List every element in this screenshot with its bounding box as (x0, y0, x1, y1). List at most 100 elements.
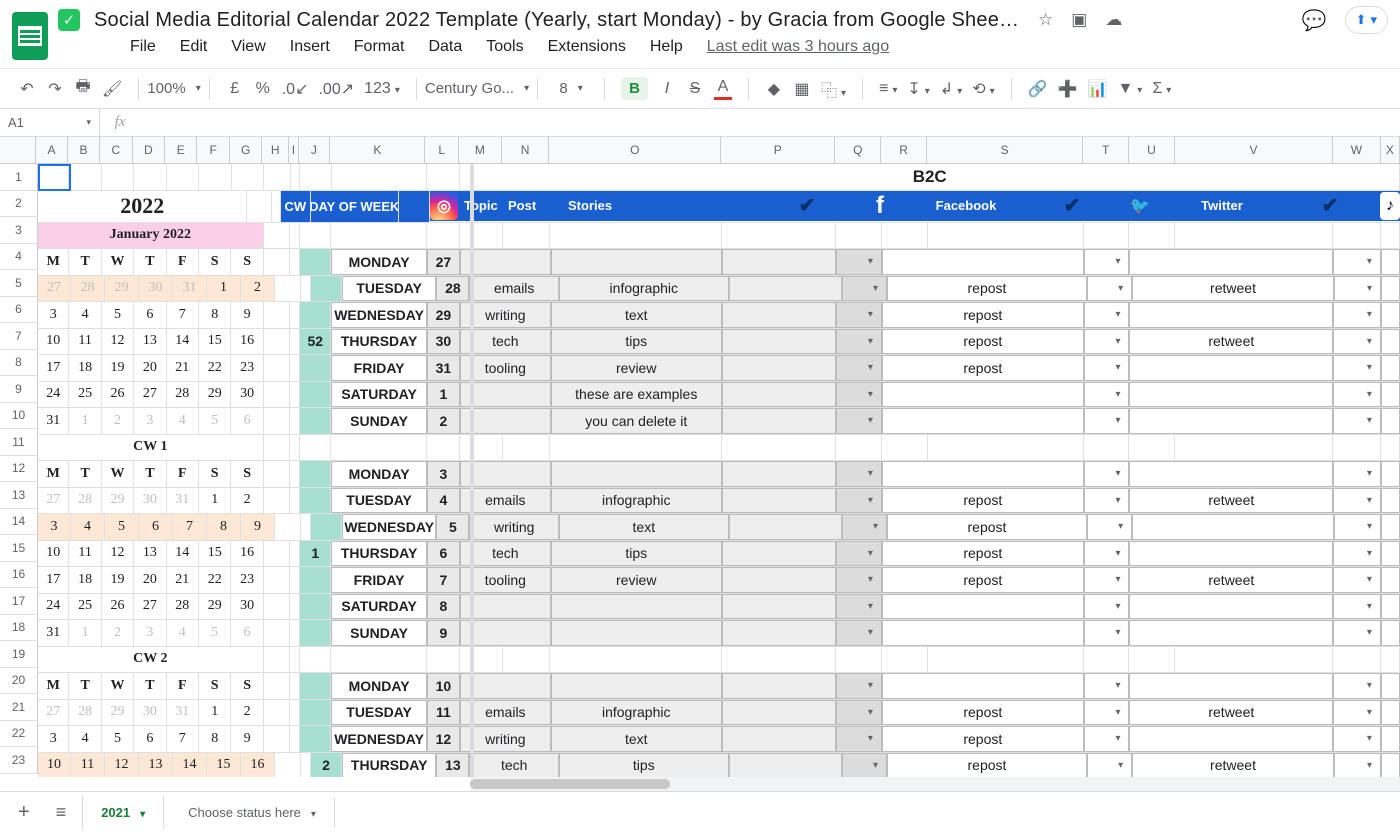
twitter-cell[interactable] (1129, 461, 1333, 487)
row-header[interactable]: 5 (0, 270, 38, 297)
facebook-status-dropdown[interactable] (1084, 488, 1130, 514)
formula-input[interactable] (140, 109, 1400, 136)
twitter-status-dropdown[interactable] (1334, 514, 1381, 540)
menu-help[interactable]: Help (650, 38, 683, 56)
stories-status-dropdown[interactable] (842, 753, 887, 778)
twitter-cell[interactable] (1129, 408, 1333, 434)
menu-edit[interactable]: Edit (180, 38, 208, 56)
twitter-cell[interactable] (1129, 541, 1333, 567)
stories-status-dropdown[interactable] (836, 700, 882, 726)
stories-cell[interactable] (729, 753, 842, 778)
menu-view[interactable]: View (231, 38, 265, 56)
row-header[interactable]: 7 (0, 323, 38, 350)
row-header[interactable]: 6 (0, 297, 38, 324)
col-header[interactable]: K (330, 137, 425, 163)
twitter-status-dropdown[interactable] (1333, 329, 1381, 355)
stories-cell[interactable] (722, 329, 836, 355)
facebook-status-dropdown[interactable] (1084, 620, 1130, 646)
move-icon[interactable]: ▣ (1071, 10, 1087, 30)
link-icon[interactable]: 🔗 (1028, 79, 1048, 99)
frozen-column-divider[interactable] (470, 164, 474, 777)
twitter-cell[interactable]: retweet (1129, 488, 1333, 514)
twitter-status-dropdown[interactable] (1333, 461, 1381, 487)
row-header[interactable]: 18 (0, 615, 38, 642)
sheet-tab-active[interactable]: 2021 (82, 795, 164, 831)
text-color-button[interactable]: A (714, 78, 732, 100)
col-header[interactable]: U (1129, 137, 1175, 163)
stories-cell[interactable] (722, 408, 836, 434)
star-icon[interactable]: ☆ (1038, 10, 1053, 30)
col-header[interactable]: G (230, 137, 262, 163)
col-header[interactable]: X (1381, 137, 1400, 163)
fill-color-icon[interactable]: ◆ (765, 79, 783, 99)
twitter-cell[interactable] (1129, 249, 1333, 275)
stories-status-dropdown[interactable] (842, 514, 887, 540)
col-header[interactable]: J (299, 137, 330, 163)
row-header[interactable]: 10 (0, 403, 38, 430)
col-header[interactable]: H (262, 137, 289, 163)
row-header[interactable]: 15 (0, 535, 38, 562)
facebook-status-dropdown[interactable] (1084, 673, 1130, 699)
wrap-icon[interactable]: ↲ (940, 79, 962, 99)
twitter-cell[interactable]: retweet (1129, 567, 1333, 593)
facebook-status-dropdown[interactable] (1084, 726, 1130, 752)
row-header[interactable]: 11 (0, 429, 38, 456)
post-cell[interactable]: infographic (551, 700, 722, 726)
post-cell[interactable] (551, 673, 722, 699)
facebook-cell[interactable]: repost (882, 700, 1084, 726)
col-header[interactable]: B (68, 137, 100, 163)
twitter-status-dropdown[interactable] (1333, 488, 1381, 514)
stories-status-dropdown[interactable] (836, 726, 882, 752)
twitter-cell[interactable]: retweet (1132, 753, 1334, 778)
twitter-cell[interactable] (1129, 594, 1333, 620)
stories-cell[interactable] (729, 276, 842, 302)
comments-icon[interactable]: 💬 (1302, 8, 1327, 33)
facebook-cell[interactable]: repost (887, 276, 1087, 302)
rotate-icon[interactable]: ⟲ (972, 79, 994, 99)
facebook-cell[interactable]: repost (882, 567, 1084, 593)
col-header[interactable]: E (165, 137, 197, 163)
stories-status-dropdown[interactable] (836, 567, 882, 593)
stories-cell[interactable] (722, 249, 836, 275)
facebook-cell[interactable]: repost (887, 514, 1087, 540)
stories-status-dropdown[interactable] (836, 329, 882, 355)
col-header[interactable]: I (289, 137, 299, 163)
col-header[interactable]: D (133, 137, 165, 163)
stories-cell[interactable] (722, 700, 836, 726)
font-size-select[interactable]: 8 (546, 80, 596, 97)
post-cell[interactable]: tips (559, 753, 729, 778)
print-icon[interactable]: 🖶 (74, 75, 92, 102)
row-header[interactable]: 20 (0, 668, 38, 695)
facebook-cell[interactable]: repost (882, 726, 1084, 752)
col-header[interactable]: W (1333, 137, 1381, 163)
post-cell[interactable]: review (551, 355, 722, 381)
cloud-status-icon[interactable]: ☁ (1105, 10, 1122, 30)
topic-cell[interactable]: emails (469, 276, 559, 302)
col-header[interactable]: L (425, 137, 458, 163)
row-header[interactable]: 22 (0, 721, 38, 748)
facebook-cell[interactable] (882, 673, 1084, 699)
bold-button[interactable]: B (621, 77, 648, 100)
twitter-cell[interactable] (1129, 355, 1333, 381)
twitter-status-dropdown[interactable] (1334, 276, 1381, 302)
share-button[interactable]: ⬆▾ (1345, 6, 1388, 34)
col-header[interactable]: Q (835, 137, 881, 163)
facebook-cell[interactable]: repost (887, 753, 1087, 778)
col-header[interactable]: R (881, 137, 927, 163)
row-header[interactable]: 13 (0, 482, 38, 509)
twitter-status-dropdown[interactable] (1333, 408, 1381, 434)
dec-decrease-icon[interactable]: .0↙ (282, 79, 309, 99)
name-box[interactable]: A1 (0, 109, 100, 136)
stories-cell[interactable] (722, 488, 836, 514)
col-header[interactable]: A (36, 137, 67, 163)
stories-cell[interactable] (722, 302, 836, 328)
grid-content[interactable]: B2C2022CWDAY OF WEEK◎TopicPostStories✔fF… (38, 164, 1400, 777)
merge-cells-icon[interactable]: ⿻ (821, 77, 846, 101)
facebook-status-dropdown[interactable] (1084, 355, 1130, 381)
col-header[interactable]: C (100, 137, 132, 163)
facebook-cell[interactable]: repost (882, 541, 1084, 567)
twitter-cell[interactable] (1132, 514, 1334, 540)
post-cell[interactable] (551, 249, 722, 275)
row-header[interactable]: 4 (0, 244, 38, 271)
strike-button[interactable]: S (686, 80, 704, 98)
